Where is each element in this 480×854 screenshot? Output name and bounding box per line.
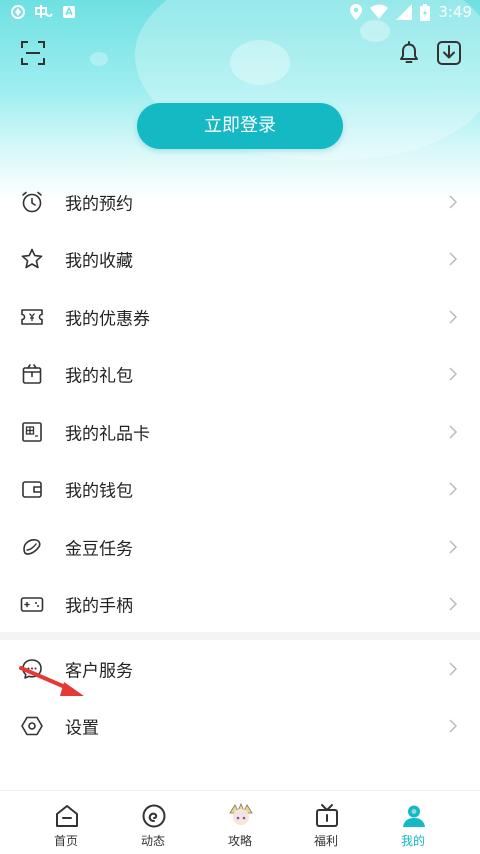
nav-label: 首页 — [53, 834, 78, 848]
gift-box-icon — [22, 364, 42, 385]
chevron-right-icon — [449, 662, 458, 676]
nav-item-home[interactable]: 首页 — [18, 791, 114, 854]
chevron-right-icon — [449, 482, 458, 496]
menu-item-label: 我的预约 — [65, 194, 133, 215]
nav-label: 我的 — [400, 834, 425, 848]
menu-item-gift-cards[interactable]: 我的礼品卡 — [0, 403, 480, 461]
menu-item-label: 我的优惠券 — [65, 309, 150, 330]
gamepad-icon — [20, 597, 44, 613]
alarm-clock-icon — [22, 191, 42, 213]
nav-label: 福利 — [313, 834, 338, 848]
profile-header — [0, 0, 480, 200]
menu-item-bean-tasks[interactable]: 金豆任务 — [0, 518, 480, 576]
chevron-right-icon — [449, 195, 458, 209]
download-icon[interactable] — [436, 40, 462, 66]
menu-item-label: 我的钱包 — [65, 481, 133, 502]
coupon-icon — [21, 308, 43, 325]
chevron-right-icon — [449, 719, 458, 733]
status-bar: 3:49 — [0, 0, 480, 26]
menu-item-label: 金豆任务 — [65, 539, 133, 560]
settings-icon — [21, 716, 43, 736]
chevron-right-icon — [449, 597, 458, 611]
section-divider — [0, 632, 480, 640]
menu-item-label: 我的手柄 — [65, 596, 133, 617]
nav-item-guides[interactable]: 攻略 — [192, 791, 288, 854]
menu-item-gamepad[interactable]: 我的手柄 — [0, 576, 480, 634]
app-notification-icon — [63, 6, 75, 18]
feed-icon — [142, 804, 166, 828]
menu-item-favorites[interactable]: 我的收藏 — [0, 231, 480, 289]
scan-icon[interactable] — [20, 40, 46, 66]
chevron-right-icon — [449, 425, 458, 439]
menu-item-reservations[interactable]: 我的预约 — [0, 173, 480, 231]
menu-list: 我的预约 我的收藏 我的优惠券 我的礼包 我的礼品卡 我的钱包 金豆任务 我的手… — [0, 173, 480, 633]
menu-item-label: 我的礼品卡 — [65, 424, 150, 445]
bean-icon — [23, 538, 41, 555]
nav-item-profile[interactable]: 我的 — [365, 791, 461, 854]
nav-label: 攻略 — [227, 834, 252, 848]
battery-icon — [420, 3, 431, 21]
menu-item-label: 我的收藏 — [65, 251, 133, 272]
location-icon — [350, 4, 363, 20]
guide-avatar-icon — [229, 803, 253, 825]
menu-item-coupons[interactable]: 我的优惠券 — [0, 288, 480, 346]
chevron-right-icon — [449, 252, 458, 266]
signal-icon — [396, 4, 413, 20]
bell-icon[interactable] — [396, 40, 422, 66]
menu-item-label: 我的礼包 — [65, 366, 133, 387]
gift-card-icon — [22, 421, 42, 442]
login-button[interactable]: 立即登录 — [137, 103, 343, 149]
menu-item-gift-packs[interactable]: 我的礼包 — [0, 346, 480, 404]
header-decoration — [230, 40, 290, 85]
chevron-right-icon — [449, 540, 458, 554]
chevron-right-icon — [449, 367, 458, 381]
menu-item-label: 设置 — [65, 718, 99, 739]
nav-item-feed[interactable]: 动态 — [105, 791, 201, 854]
menu-item-wallet[interactable]: 我的钱包 — [0, 461, 480, 519]
app-notification-icon — [11, 5, 25, 19]
app-notification-icon — [35, 5, 53, 18]
wifi-icon — [370, 4, 389, 19]
nav-item-welfare[interactable]: 福利 — [278, 791, 374, 854]
annotation-arrow-icon — [19, 666, 84, 696]
header-decoration — [90, 52, 108, 66]
gift-tv-icon — [316, 804, 338, 827]
menu-item-settings[interactable]: 设置 — [0, 698, 480, 756]
nav-label: 动态 — [140, 834, 165, 848]
wallet-icon — [22, 481, 42, 499]
profile-icon — [403, 805, 425, 827]
home-icon — [56, 805, 78, 827]
bottom-navigation: 首页 动态 攻略 福利 我的 — [0, 790, 480, 854]
status-time: 3:49 — [438, 3, 472, 21]
star-icon — [21, 248, 43, 269]
chevron-right-icon — [449, 310, 458, 324]
